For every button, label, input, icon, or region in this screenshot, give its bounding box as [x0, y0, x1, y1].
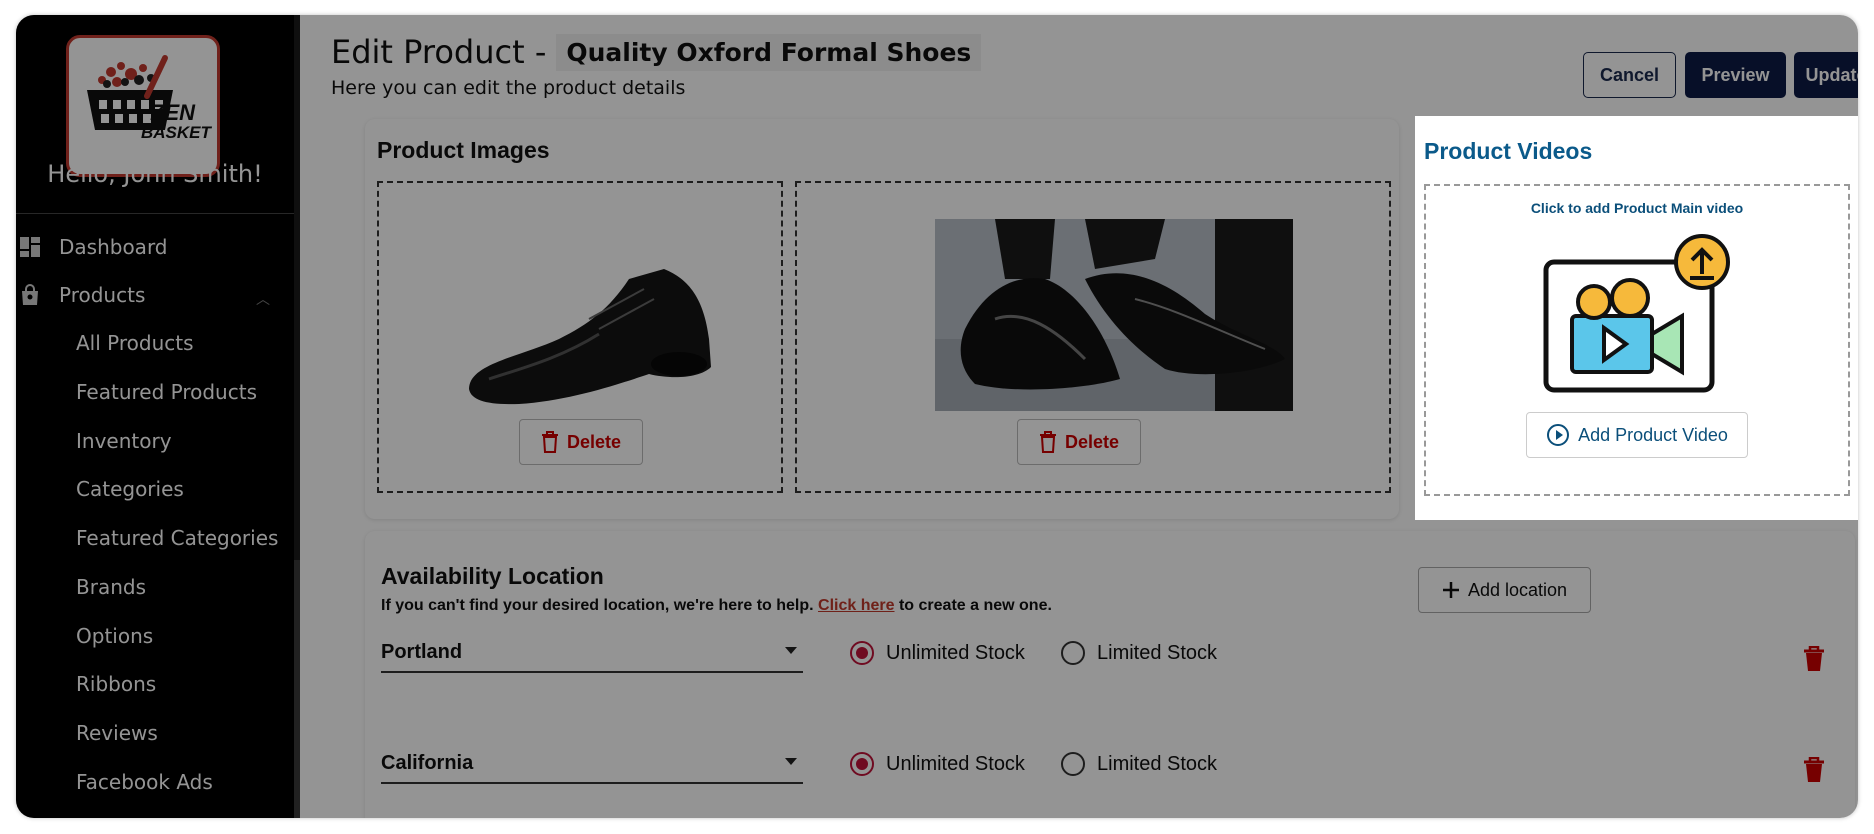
radio-selected-icon: [850, 752, 874, 776]
delete-location-icon[interactable]: [1803, 757, 1825, 783]
create-location-link[interactable]: Click here: [818, 597, 894, 614]
product-videos-title: Product Videos: [1424, 138, 1593, 164]
sidebar-item-products[interactable]: Products ︿: [16, 275, 294, 315]
trash-icon: [541, 431, 558, 453]
add-location-button[interactable]: Add location: [1418, 567, 1591, 613]
product-images-title: Product Images: [377, 137, 550, 163]
unlimited-stock-radio[interactable]: Unlimited Stock: [850, 752, 1025, 776]
sidebar-item-reviews[interactable]: Reviews: [16, 713, 294, 753]
sidebar-item-label: All Products: [76, 331, 194, 355]
product-name-title: Quality Oxford Formal Shoes: [556, 33, 982, 71]
dashboard-icon: [18, 235, 42, 259]
sidebar-item-label: Options: [76, 624, 154, 648]
sidebar-item-options[interactable]: Options: [16, 616, 294, 656]
product-image-shoe-side[interactable]: [459, 239, 715, 409]
sidebar: ZEN BASKET Hello, John Smith! Dashboard …: [16, 15, 300, 818]
sidebar-item-label: Dashboard: [59, 235, 168, 259]
unlimited-stock-radio[interactable]: Unlimited Stock: [850, 641, 1025, 665]
play-circle-icon: [1547, 424, 1570, 446]
sidebar-item-inventory[interactable]: Inventory: [16, 421, 294, 461]
chevron-up-icon: ︿: [256, 292, 270, 308]
radio-label: Limited Stock: [1097, 641, 1218, 664]
sidebar-item-featured-products[interactable]: Featured Products: [16, 372, 294, 412]
add-video-label: Add Product Video: [1578, 424, 1728, 445]
page-title: Edit Product - Quality Oxford Formal Sho…: [331, 33, 982, 71]
limited-stock-radio[interactable]: Limited Stock: [1061, 641, 1217, 665]
location-select[interactable]: California: [381, 744, 803, 784]
availability-help-text: If you can't find your desired location,…: [381, 597, 1052, 615]
app-window: ZEN BASKET Hello, John Smith! Dashboard …: [16, 15, 1858, 818]
sidebar-item-label: Products: [59, 283, 146, 307]
sidebar-item-label: Categories: [76, 477, 184, 501]
product-images-card: Product Images Delete Delete: [365, 119, 1399, 519]
location-select-value: California: [381, 751, 474, 774]
add-location-label: Add location: [1467, 579, 1568, 600]
video-upload-icon: [1542, 234, 1732, 394]
sidebar-item-label: Ribbons: [76, 672, 157, 696]
image-slot-2: Delete: [795, 181, 1391, 493]
sidebar-item-featured-categories[interactable]: Featured Categories: [16, 518, 294, 558]
radio-label: Unlimited Stock: [886, 641, 1025, 664]
radio-unselected-icon: [1061, 641, 1085, 665]
location-select[interactable]: Portland: [381, 633, 803, 673]
sidebar-item-label: Featured Products: [76, 380, 257, 404]
page-title-prefix: Edit Product -: [331, 33, 547, 71]
delete-label: Delete: [1064, 431, 1120, 452]
sidebar-item-categories[interactable]: Categories: [16, 469, 294, 509]
svg-text:BASKET: BASKET: [141, 123, 213, 142]
zen-basket-logo: ZEN BASKET: [66, 35, 220, 177]
add-product-video-button[interactable]: Add Product Video: [1526, 412, 1748, 458]
delete-location-icon[interactable]: [1803, 646, 1825, 672]
availability-card: Availability Location If you can't find …: [365, 531, 1855, 818]
sidebar-item-facebook-ads[interactable]: Facebook Ads: [16, 762, 294, 802]
delete-image-button[interactable]: Delete: [519, 419, 643, 465]
delete-image-button[interactable]: Delete: [1017, 419, 1141, 465]
page-subtitle: Here you can edit the product details: [331, 77, 686, 99]
radio-selected-icon: [850, 641, 874, 665]
sidebar-item-all-products[interactable]: All Products: [16, 323, 294, 363]
dropdown-arrow-icon: [785, 647, 797, 654]
location-select-value: Portland: [381, 640, 463, 663]
svg-text:ZEN: ZEN: [150, 100, 196, 125]
sidebar-item-label: Brands: [76, 575, 146, 599]
shopping-bag-icon: [18, 283, 42, 307]
product-videos-card: Product Videos Click to add Product Main…: [1415, 116, 1858, 520]
help-suffix: to create a new one.: [898, 597, 1052, 614]
sidebar-item-label: Reviews: [76, 721, 158, 745]
radio-unselected-icon: [1061, 752, 1085, 776]
video-upload-area[interactable]: Click to add Product Main video Add Prod…: [1424, 184, 1850, 496]
sidebar-divider: [16, 213, 294, 214]
trash-icon: [1039, 431, 1056, 453]
radio-label: Limited Stock: [1097, 752, 1218, 775]
image-slot-1: Delete: [377, 181, 783, 493]
sidebar-item-brands[interactable]: Brands: [16, 567, 294, 607]
delete-label: Delete: [566, 431, 622, 452]
sidebar-item-label: Inventory: [76, 429, 172, 453]
sidebar-item-ribbons[interactable]: Ribbons: [16, 664, 294, 704]
cancel-button[interactable]: Cancel: [1583, 52, 1676, 98]
dropdown-arrow-icon: [785, 758, 797, 765]
video-upload-hint: Click to add Product Main video: [1530, 200, 1744, 216]
sidebar-item-label: Facebook Ads: [76, 770, 213, 794]
greeting-text: Hello, John Smith!: [47, 160, 263, 188]
sidebar-item-dashboard[interactable]: Dashboard: [16, 227, 294, 267]
availability-title: Availability Location: [381, 563, 604, 589]
help-prefix: If you can't find your desired location,…: [381, 597, 814, 614]
radio-label: Unlimited Stock: [886, 752, 1025, 775]
update-button[interactable]: Update: [1794, 52, 1858, 98]
sidebar-item-label: Featured Categories: [76, 526, 279, 550]
plus-icon: [1442, 582, 1459, 598]
preview-button[interactable]: Preview: [1685, 52, 1786, 98]
limited-stock-radio[interactable]: Limited Stock: [1061, 752, 1217, 776]
product-image-shoe-worn[interactable]: [935, 219, 1293, 411]
